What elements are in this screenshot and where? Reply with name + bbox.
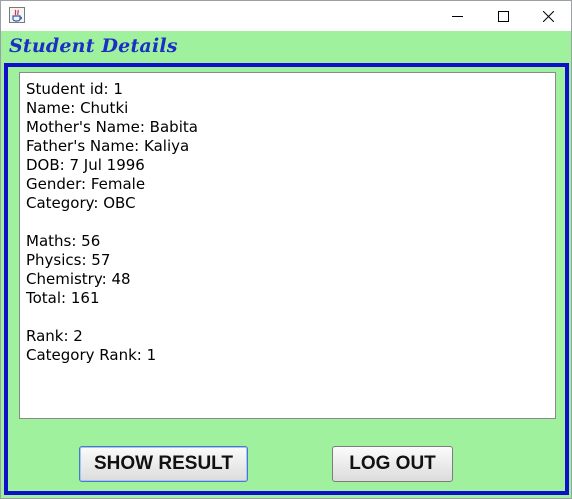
- close-button[interactable]: [525, 1, 571, 31]
- maximize-icon: [497, 10, 509, 22]
- detail-line: Physics: 57: [26, 251, 111, 269]
- detail-line: Name: Chutki: [26, 99, 129, 117]
- detail-line: Rank: 2: [26, 327, 83, 345]
- title-bar[interactable]: [1, 1, 571, 31]
- detail-line: Mother's Name: Babita: [26, 118, 198, 136]
- minimize-button[interactable]: [434, 1, 480, 31]
- minimize-icon: [451, 11, 463, 22]
- maximize-button[interactable]: [480, 1, 526, 31]
- show-result-button[interactable]: SHOW RESULT: [79, 446, 248, 482]
- details-panel: Student id: 1 Name: Chutki Mother's Name: …: [4, 63, 569, 495]
- detail-line: Category: OBC: [26, 194, 136, 212]
- detail-line: Total: 161: [26, 289, 100, 307]
- page-title: Student Details: [9, 35, 178, 57]
- detail-line: Chemistry: 48: [26, 270, 131, 288]
- detail-line: Father's Name: Kaliya: [26, 137, 190, 155]
- detail-line: Category Rank: 1: [26, 346, 157, 364]
- detail-line: Maths: 56: [26, 232, 101, 250]
- log-out-button[interactable]: LOG OUT: [332, 446, 453, 482]
- detail-line: Gender: Female: [26, 175, 146, 193]
- student-details-textarea[interactable]: Student id: 1 Name: Chutki Mother's Name: …: [19, 72, 556, 419]
- close-icon: [542, 10, 554, 22]
- detail-line: Student id: 1: [26, 80, 123, 98]
- detail-line: DOB: 7 Jul 1996: [26, 156, 145, 174]
- java-app-icon: [9, 7, 25, 23]
- student-details-window: Student Details Student id: 1 Name: Chutk…: [0, 0, 572, 499]
